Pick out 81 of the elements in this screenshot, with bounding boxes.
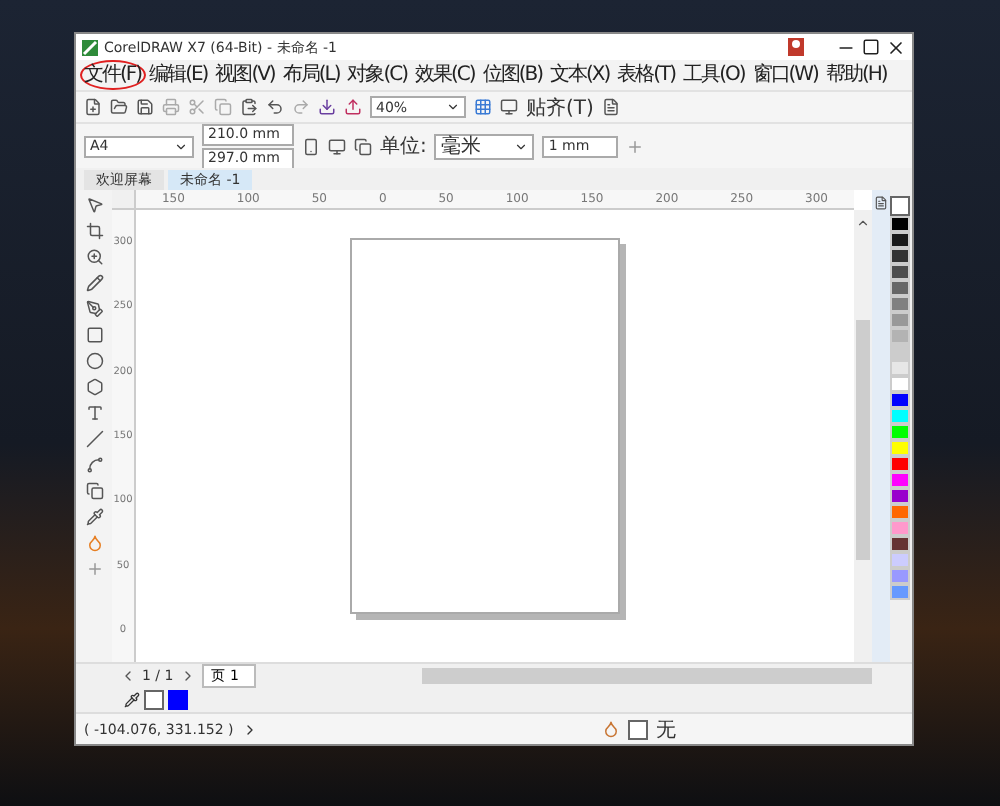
polygon-icon[interactable]: [85, 378, 103, 396]
portrait-icon[interactable]: [302, 137, 320, 155]
hints-icon[interactable]: [874, 196, 888, 210]
no-color-swatch[interactable]: [890, 196, 910, 216]
color-swatch[interactable]: [890, 264, 910, 280]
fill-status-icon: [602, 720, 620, 738]
menu-item[interactable]: 对象(C): [343, 60, 412, 90]
user-icon[interactable]: [788, 38, 804, 56]
text-icon[interactable]: [85, 404, 103, 422]
no-color-swatch[interactable]: [144, 690, 164, 710]
shadow-icon[interactable]: [85, 482, 103, 500]
color-swatch[interactable]: [890, 280, 910, 296]
color-swatch[interactable]: [890, 392, 910, 408]
color-swatch[interactable]: [890, 584, 910, 600]
color-swatch[interactable]: [890, 296, 910, 312]
first-page-icon[interactable]: [120, 668, 136, 684]
scroll-up-icon[interactable]: [856, 216, 870, 230]
menu-item[interactable]: 位图(B): [478, 60, 546, 90]
menu-item[interactable]: 窗口(W): [748, 60, 822, 90]
app-logo-icon: [82, 39, 98, 55]
color-swatch[interactable]: [890, 504, 910, 520]
eyedropper-icon[interactable]: [85, 508, 103, 526]
fill-icon[interactable]: [85, 534, 103, 552]
color-swatch[interactable]: [890, 376, 910, 392]
export-icon[interactable]: [344, 98, 362, 116]
fill-status: 无: [656, 717, 676, 743]
color-swatch[interactable]: [890, 248, 910, 264]
options-icon[interactable]: [601, 98, 620, 116]
pen-icon[interactable]: [85, 300, 103, 318]
crop-icon[interactable]: [85, 222, 103, 240]
line-icon[interactable]: [85, 430, 103, 448]
color-swatch[interactable]: [168, 690, 188, 710]
color-swatch[interactable]: [890, 344, 910, 360]
undo-icon[interactable]: [266, 98, 284, 116]
save-icon[interactable]: [136, 98, 154, 116]
units-dropdown[interactable]: 毫米: [434, 133, 535, 159]
connector-icon[interactable]: [85, 456, 103, 474]
color-swatch[interactable]: [890, 312, 910, 328]
units-label: 单位:: [380, 133, 427, 160]
color-swatch[interactable]: [890, 424, 910, 440]
color-swatch[interactable]: [890, 328, 910, 344]
menu-item[interactable]: 工具(O): [679, 60, 749, 90]
close-icon[interactable]: [886, 37, 906, 57]
color-swatch[interactable]: [890, 440, 910, 456]
color-swatch[interactable]: [890, 536, 910, 552]
grid-icon[interactable]: [474, 98, 492, 116]
paste-icon[interactable]: [240, 98, 258, 116]
color-swatch[interactable]: [890, 360, 910, 376]
ellipse-icon[interactable]: [85, 352, 103, 370]
pages-icon[interactable]: [354, 137, 372, 155]
folder-icon[interactable]: [110, 98, 128, 116]
menu-item[interactable]: 表格(T): [613, 60, 680, 90]
zoom-icon[interactable]: [85, 248, 103, 266]
color-swatch[interactable]: [890, 520, 910, 536]
snap-dropdown[interactable]: 贴齐(T): [526, 93, 594, 121]
menu-item[interactable]: 编辑(E): [145, 60, 212, 90]
import-icon[interactable]: [318, 98, 336, 116]
eyedropper-icon[interactable]: [124, 692, 140, 708]
color-swatch[interactable]: [890, 568, 910, 584]
menu-item[interactable]: 效果(C): [411, 60, 479, 90]
maximize-icon[interactable]: [862, 38, 880, 56]
color-swatch[interactable]: [890, 408, 910, 424]
menu-item[interactable]: 文本(X): [545, 60, 614, 90]
pencil-icon[interactable]: [85, 274, 103, 292]
menu-item[interactable]: 布局(L): [278, 60, 344, 90]
color-swatch[interactable]: [890, 216, 910, 232]
color-swatch[interactable]: [890, 232, 910, 248]
color-swatch[interactable]: [890, 552, 910, 568]
horizontal-scrollbar[interactable]: [422, 668, 872, 684]
color-swatch[interactable]: [890, 488, 910, 504]
menu-item[interactable]: 帮助(H): [821, 60, 891, 90]
color-swatch[interactable]: [890, 456, 910, 472]
no-fill-swatch: [628, 719, 648, 739]
rectangle-icon[interactable]: [85, 326, 103, 344]
vertical-scrollbar[interactable]: [854, 210, 872, 662]
new-file-icon[interactable]: [84, 98, 102, 116]
view-icon[interactable]: [500, 98, 518, 116]
pointer-icon[interactable]: [85, 196, 103, 214]
landscape-icon[interactable]: [328, 137, 346, 155]
color-swatch[interactable]: [890, 472, 910, 488]
menu-item[interactable]: 视图(V): [211, 60, 279, 90]
